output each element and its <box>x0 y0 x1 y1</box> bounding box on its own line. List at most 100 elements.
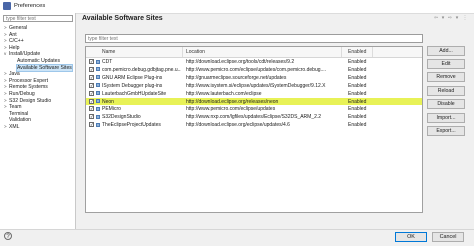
page-title: Available Software Sites <box>82 15 163 22</box>
tree-item-label: Available Software Sites <box>16 63 73 72</box>
tree-item[interactable]: > C/C++ <box>4 38 24 45</box>
site-enabled-checkbox[interactable]: ✓ <box>89 122 94 128</box>
tree-item-label: XML <box>9 124 20 130</box>
site-enabled-status: Enabled <box>348 122 367 129</box>
site-location: http://www.pemicro.com/eclipse/updates <box>186 106 276 113</box>
forward-menu-icon[interactable]: ▾ <box>454 15 460 21</box>
tree-item[interactable]: > Help <box>4 45 19 52</box>
table-row[interactable]: ✓ Neon http://download.eclipse.org/release… <box>86 97 422 106</box>
site-enabled-status: Enabled <box>348 82 367 89</box>
forward-icon[interactable]: ⇨ <box>447 15 453 21</box>
tree-item[interactable]: > Run/Debug <box>4 91 35 98</box>
tree-item[interactable]: > XML <box>4 124 19 131</box>
site-location: http://www.pemicro.com/eclipse/updates/c… <box>186 66 327 73</box>
site-location: http://download.eclipse.org/releases/neo… <box>186 98 279 105</box>
tree-item[interactable]: Validation <box>4 117 31 124</box>
column-header-location[interactable]: Location <box>186 49 205 55</box>
table-row[interactable]: ✓ PEMicro http://www.pemicro.com/eclipse/u… <box>86 105 422 113</box>
site-enabled-status: Enabled <box>348 66 367 73</box>
tree-item-label: Remote Systems <box>9 84 48 91</box>
view-menu-icon[interactable]: ⋮ <box>462 15 468 21</box>
column-divider[interactable] <box>341 47 342 57</box>
tree-filter-input[interactable] <box>3 15 73 22</box>
site-enabled-checkbox[interactable]: ✓ <box>89 82 94 88</box>
site-enabled-checkbox[interactable]: ✓ <box>89 74 94 80</box>
column-divider[interactable] <box>182 47 183 57</box>
site-location: http://download.eclipse.org/eclipse/upda… <box>186 122 290 129</box>
site-enabled-checkbox[interactable]: ✓ <box>89 98 94 104</box>
site-enabled-checkbox[interactable]: ✓ <box>89 66 94 72</box>
site-name: Neon <box>102 98 114 105</box>
tree-item[interactable]: Terminal <box>4 111 28 118</box>
import-button[interactable]: Import... <box>427 113 465 123</box>
app-icon <box>3 2 11 10</box>
site-icon <box>96 59 100 64</box>
column-divider[interactable] <box>372 47 373 57</box>
tree-item[interactable]: > Ant <box>4 32 17 39</box>
tree-item[interactable]: v Install/Update <box>4 51 40 58</box>
add-button[interactable]: Add... <box>427 46 465 56</box>
tree-item[interactable]: > Remote Systems <box>4 84 48 91</box>
site-location: http://www.nxp.com/lgfiles/updates/Eclip… <box>186 114 322 121</box>
tree-item-label: S32 Design Studio <box>9 97 52 104</box>
help-icon[interactable]: ? <box>4 232 12 240</box>
table-row[interactable]: ✓ ISystem Debugger plug-ins http://www.isy… <box>86 82 422 90</box>
table-row[interactable]: ✓ TheEclipseProjectUpdates http://download… <box>86 121 422 129</box>
site-icon <box>96 114 100 119</box>
tree-item-label: Install/Update <box>9 51 41 58</box>
tree-item-label: Validation <box>9 117 31 124</box>
tree-item[interactable]: > Processor Expert <box>4 78 48 85</box>
site-enabled-status: Enabled <box>348 74 367 81</box>
remove-button[interactable]: Remove <box>427 72 465 82</box>
tree-item-label: Ant <box>9 31 17 38</box>
site-enabled-status: Enabled <box>348 90 367 97</box>
site-enabled-checkbox[interactable]: ✓ <box>89 59 94 64</box>
ok-button[interactable]: OK <box>395 232 427 242</box>
tree-item[interactable]: Available Software Sites <box>12 63 73 72</box>
tree-item[interactable]: > Team <box>4 104 21 111</box>
reload-button[interactable]: Reload <box>427 86 465 96</box>
back-icon[interactable]: ⇦ <box>433 15 439 21</box>
tree-item-label: Team <box>9 104 22 111</box>
sites-filter-input[interactable] <box>85 34 423 43</box>
site-name: com.pemicro.debug.gdbjtag.pne.u... <box>102 66 181 73</box>
site-icon <box>96 99 100 103</box>
site-enabled-checkbox[interactable]: ✓ <box>89 114 94 120</box>
back-menu-icon[interactable]: ▾ <box>440 15 446 21</box>
site-location: http://www.lauterbach.com/eclipse <box>186 90 262 97</box>
tree-item[interactable]: > Java <box>4 71 20 78</box>
site-name: TheEclipseProjectUpdates <box>102 122 161 129</box>
site-name: GNU ARM Eclipse Plug-ins <box>102 74 163 81</box>
site-name: ISystem Debugger plug-ins <box>102 82 163 89</box>
table-header: Name Location Enabled <box>86 47 422 58</box>
disable-button[interactable]: Disable <box>427 99 465 109</box>
tree-item[interactable]: Automatic Updates <box>12 58 60 65</box>
site-enabled-status: Enabled <box>348 114 367 121</box>
site-icon <box>96 122 100 127</box>
tree-item-label: General <box>9 25 28 31</box>
table-row[interactable]: ✓ GNU ARM Eclipse Plug-ins http://gnuarmec… <box>86 74 422 82</box>
site-icon <box>96 83 100 88</box>
site-enabled-checkbox[interactable]: ✓ <box>89 106 94 112</box>
tree-item-label: C/C++ <box>9 38 24 45</box>
site-icon <box>96 67 100 72</box>
site-name: S32DesignStudio <box>102 114 141 121</box>
edit-button[interactable]: Edit <box>427 59 465 69</box>
export-button[interactable]: Export... <box>427 126 465 136</box>
column-header-enabled[interactable]: Enabled <box>348 49 366 55</box>
table-row[interactable]: ✓ CDT http://download.eclipse.org/tools/cd… <box>86 58 422 66</box>
cancel-button[interactable]: Cancel <box>432 232 464 242</box>
site-icon <box>96 91 100 96</box>
tree-item[interactable]: > General <box>4 25 27 32</box>
site-location: http://gnuarmeclipse.sourceforge.net/upd… <box>186 74 287 81</box>
site-enabled-status: Enabled <box>348 106 367 113</box>
table-row[interactable]: ✓ LauterbachGmbHUpdateSite http://www.laut… <box>86 90 422 98</box>
window-title: Preferences <box>14 3 46 9</box>
table-row[interactable]: ✓ S32DesignStudio http://www.nxp.com/lgfil… <box>86 113 422 121</box>
tree-item[interactable]: > S32 Design Studio <box>4 98 51 105</box>
site-name: LauterbachGmbHUpdateSite <box>102 90 167 97</box>
site-enabled-checkbox[interactable]: ✓ <box>89 90 94 96</box>
table-row[interactable]: ✓ com.pemicro.debug.gdbjtag.pne.u... http:… <box>86 66 422 74</box>
sites-table: Name Location Enabled ✓ CDT http://downloa… <box>85 46 423 213</box>
column-header-name[interactable]: Name <box>102 49 115 55</box>
